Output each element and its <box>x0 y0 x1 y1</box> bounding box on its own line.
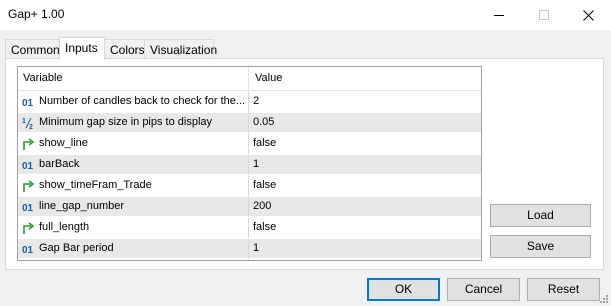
tab-visualization[interactable]: Visualization <box>144 39 217 59</box>
variable-value[interactable]: 1 <box>253 242 259 254</box>
column-divider <box>248 197 249 217</box>
window-title: Gap+ 1.00 <box>8 7 65 21</box>
variable-name: show_timeFram_Trade <box>39 179 152 191</box>
close-icon <box>583 9 594 21</box>
column-divider <box>248 113 249 133</box>
svg-text:01: 01 <box>22 161 34 172</box>
svg-text:01: 01 <box>22 98 34 109</box>
close-button[interactable] <box>566 0 611 30</box>
svg-text:01: 01 <box>22 245 34 256</box>
int-icon: 01 <box>22 95 36 109</box>
variable-value[interactable]: 2 <box>253 95 259 107</box>
variable-name: full_length <box>39 221 90 233</box>
table-row[interactable]: show_timeFram_Trade false <box>18 176 481 196</box>
minimize-button[interactable] <box>476 0 521 30</box>
ok-button[interactable]: OK <box>367 278 440 301</box>
grid-header: Variable Value <box>18 67 481 91</box>
header-value[interactable]: Value <box>255 72 282 84</box>
variable-value[interactable]: false <box>253 221 276 233</box>
variable-value[interactable]: 1 <box>253 158 259 170</box>
column-divider <box>248 155 249 175</box>
column-divider <box>248 239 249 259</box>
int-icon: 01 <box>22 158 36 172</box>
int-icon: 01 <box>22 242 36 256</box>
tab-common[interactable]: Common <box>5 39 60 59</box>
tab-colors[interactable]: Colors <box>104 39 145 59</box>
inputs-panel: Variable Value 01 Number of candles back… <box>5 58 604 270</box>
int-icon: 01 <box>22 200 36 214</box>
bool-icon <box>22 137 36 151</box>
header-divider[interactable] <box>248 67 249 91</box>
table-row[interactable]: 01 Gap Bar period 1 <box>18 239 481 259</box>
table-row[interactable]: 01 Number of candles back to check for t… <box>18 92 481 112</box>
tab-inputs[interactable]: Inputs <box>59 37 105 60</box>
svg-text:2: 2 <box>29 124 33 130</box>
title-bar: Gap+ 1.00 <box>0 0 611 30</box>
minimize-icon <box>493 14 504 16</box>
maximize-icon <box>538 10 549 20</box>
svg-text:01: 01 <box>22 203 34 214</box>
table-row[interactable]: 12 Minimum gap size in pips to display 0… <box>18 113 481 133</box>
column-divider <box>248 218 249 238</box>
table-row[interactable]: 01 line_gap_number 200 <box>18 197 481 217</box>
variable-value[interactable]: 0.05 <box>253 116 274 128</box>
column-divider <box>248 92 249 112</box>
table-row[interactable]: 01 barBack 1 <box>18 155 481 175</box>
variable-value[interactable]: false <box>253 179 276 191</box>
cancel-button[interactable]: Cancel <box>447 278 520 301</box>
save-button[interactable]: Save <box>490 235 591 258</box>
reset-button[interactable]: Reset <box>527 278 600 301</box>
variable-name: Number of candles back to check for the.… <box>39 95 246 107</box>
header-variable[interactable]: Variable <box>23 72 63 84</box>
svg-text:1: 1 <box>22 118 26 125</box>
double-icon: 12 <box>22 116 36 130</box>
resize-grip-icon[interactable] <box>598 293 609 304</box>
variable-name: Minimum gap size in pips to display <box>39 116 213 128</box>
variable-name: barBack <box>39 158 80 170</box>
variable-name: Gap Bar period <box>39 242 114 254</box>
variable-name: show_line <box>39 137 88 149</box>
column-divider <box>248 134 249 154</box>
bool-icon <box>22 221 36 235</box>
inputs-grid: Variable Value 01 Number of candles back… <box>17 66 482 261</box>
table-row[interactable]: full_length false <box>18 218 481 238</box>
maximize-button <box>521 0 566 30</box>
load-button[interactable]: Load <box>490 204 591 227</box>
table-row[interactable]: show_line false <box>18 134 481 154</box>
variable-value[interactable]: 200 <box>253 200 271 212</box>
variable-name: line_gap_number <box>39 200 125 212</box>
bool-icon <box>22 179 36 193</box>
variable-value[interactable]: false <box>253 137 276 149</box>
column-divider <box>248 176 249 196</box>
